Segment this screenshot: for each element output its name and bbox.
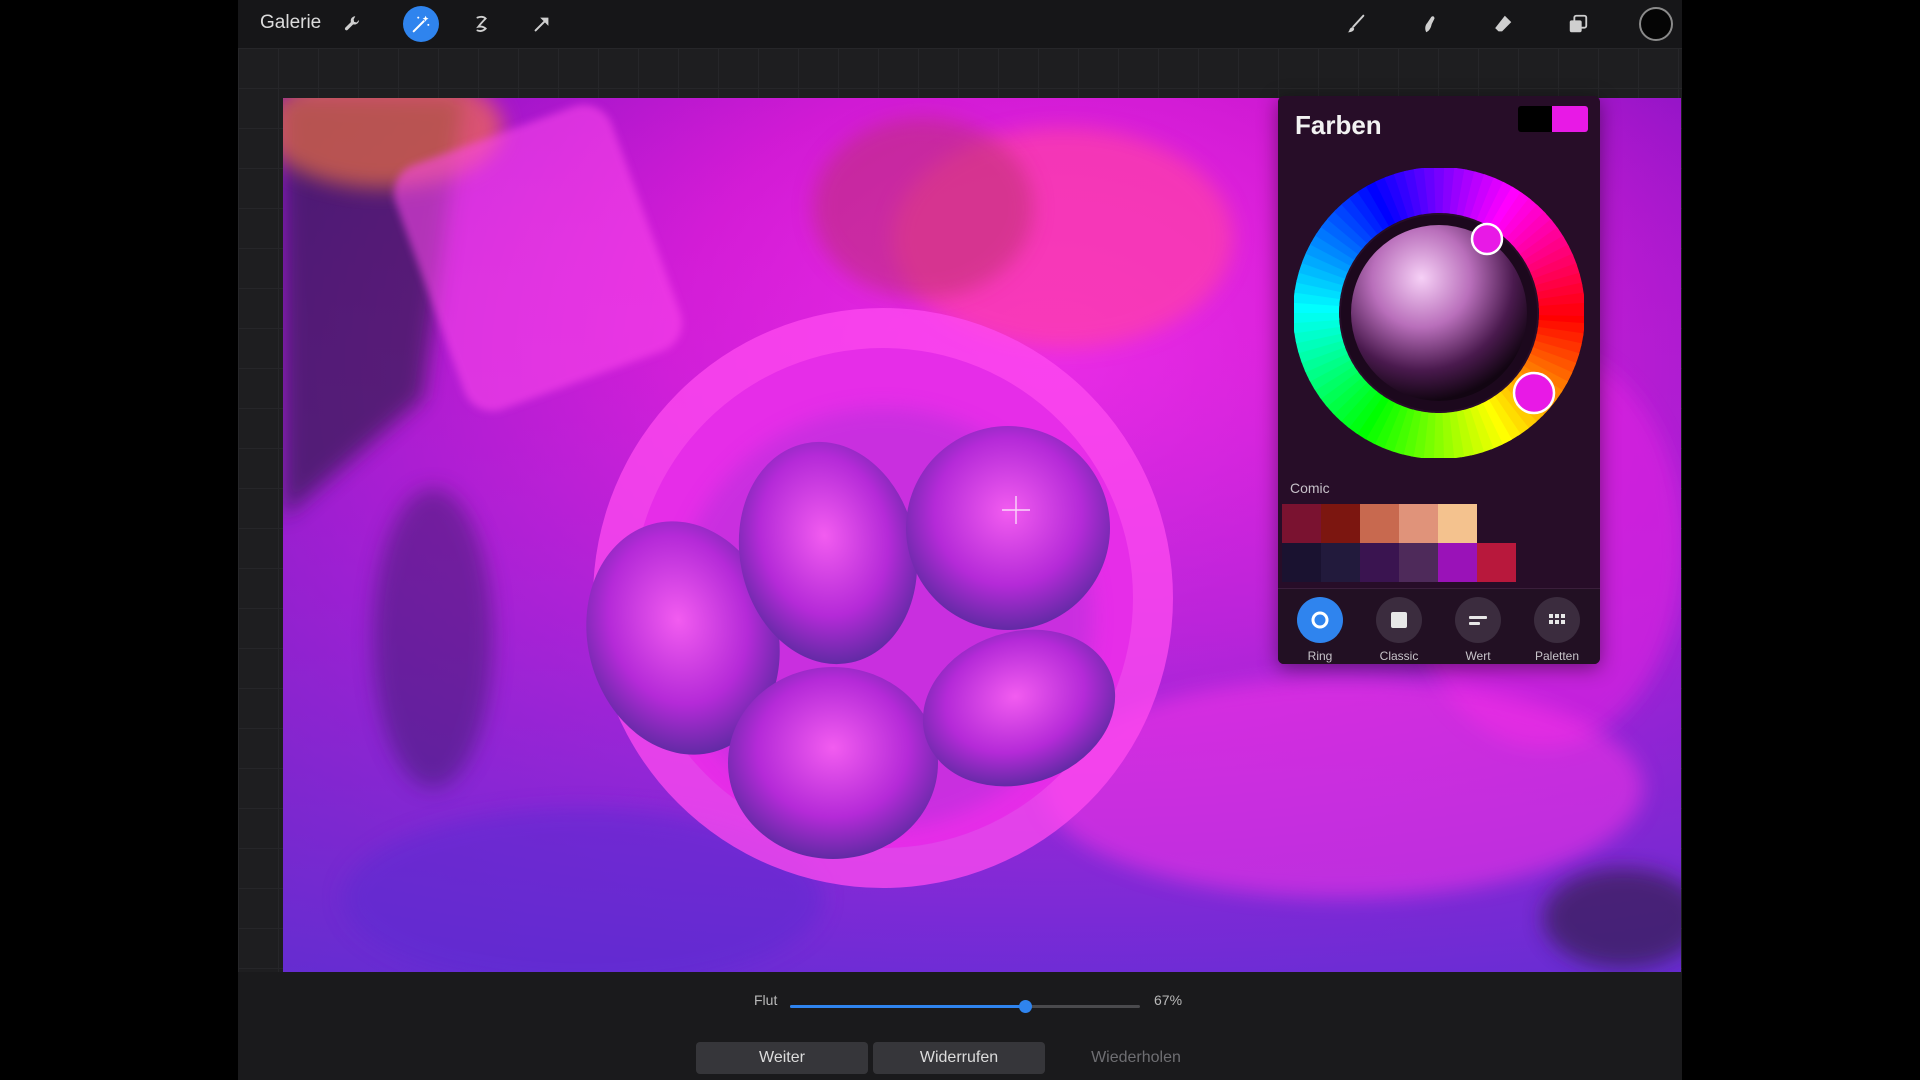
tab-ring-label: Ring xyxy=(1307,649,1333,663)
flow-value: 67% xyxy=(1154,992,1183,1008)
palette-swatch[interactable] xyxy=(1360,504,1399,543)
canvas-workspace: Farben Comic Ring Classic Wert Paletten xyxy=(238,48,1682,972)
sliders-icon xyxy=(1455,597,1501,643)
flow-slider-thumb[interactable] xyxy=(1018,1000,1032,1013)
tab-palettes[interactable]: Paletten xyxy=(1517,597,1597,663)
primary-color-swatch[interactable] xyxy=(1552,106,1588,132)
brush-icon[interactable] xyxy=(1338,6,1374,42)
palette-swatch[interactable] xyxy=(1438,504,1477,543)
palette-swatch[interactable] xyxy=(1282,504,1321,543)
tab-value-label: Wert xyxy=(1465,649,1491,663)
layers-icon[interactable] xyxy=(1560,6,1596,42)
transform-arrow-icon[interactable] xyxy=(524,6,560,42)
palette-swatches xyxy=(1282,504,1598,584)
smudge-icon[interactable] xyxy=(1411,6,1447,42)
color-mode-tabs: Ring Classic Wert Paletten xyxy=(1278,588,1600,664)
procreate-app: Galerie Farben Comic Ring Classic Wert P… xyxy=(238,0,1682,1080)
wrench-icon[interactable] xyxy=(335,6,371,42)
top-toolbar: Galerie xyxy=(238,0,1682,48)
panel-title: Farben xyxy=(1295,110,1382,140)
continue-button[interactable]: Weiter xyxy=(696,1042,868,1074)
tab-palettes-label: Paletten xyxy=(1534,649,1580,663)
palette-swatch[interactable] xyxy=(1282,543,1321,582)
color-picker-button[interactable] xyxy=(1639,7,1673,41)
eraser-icon[interactable] xyxy=(1485,6,1521,42)
secondary-color-swatch[interactable] xyxy=(1518,106,1552,132)
flow-slider[interactable] xyxy=(790,1000,1140,1013)
palette-swatch[interactable] xyxy=(1399,543,1438,582)
magic-wand-icon[interactable] xyxy=(403,6,439,42)
flow-label: Flut xyxy=(754,992,778,1008)
tab-value[interactable]: Wert xyxy=(1438,597,1518,663)
gallery-button[interactable]: Galerie xyxy=(260,12,321,34)
grid-icon xyxy=(1534,597,1580,643)
redo-button[interactable]: Wiederholen xyxy=(1050,1042,1222,1074)
ring-icon xyxy=(1297,597,1343,643)
palette-swatch[interactable] xyxy=(1321,543,1360,582)
saturation-handle[interactable] xyxy=(1470,222,1504,256)
palette-swatch[interactable] xyxy=(1360,543,1399,582)
palette-swatch[interactable] xyxy=(1399,504,1438,543)
palette-swatch[interactable] xyxy=(1438,543,1477,582)
palette-name: Comic xyxy=(1290,480,1330,496)
tab-classic-label: Classic xyxy=(1379,649,1419,663)
hue-handle[interactable] xyxy=(1512,371,1556,415)
classic-square-icon xyxy=(1376,597,1422,643)
selection-icon[interactable] xyxy=(464,6,500,42)
colors-panel: Farben Comic Ring Classic Wert Paletten xyxy=(1278,96,1600,664)
tab-classic[interactable]: Classic xyxy=(1359,597,1439,663)
undo-button[interactable]: Widerrufen xyxy=(873,1042,1045,1074)
bottom-bar: Flut 67% Weiter Widerrufen Wiederholen xyxy=(238,972,1682,1080)
palette-swatch[interactable] xyxy=(1477,543,1516,582)
flow-slider-fill xyxy=(790,1005,1025,1008)
tab-ring[interactable]: Ring xyxy=(1280,597,1360,663)
color-ring[interactable] xyxy=(1293,167,1585,459)
palette-swatch[interactable] xyxy=(1321,504,1360,543)
saturation-brightness-disc[interactable] xyxy=(1351,225,1527,401)
